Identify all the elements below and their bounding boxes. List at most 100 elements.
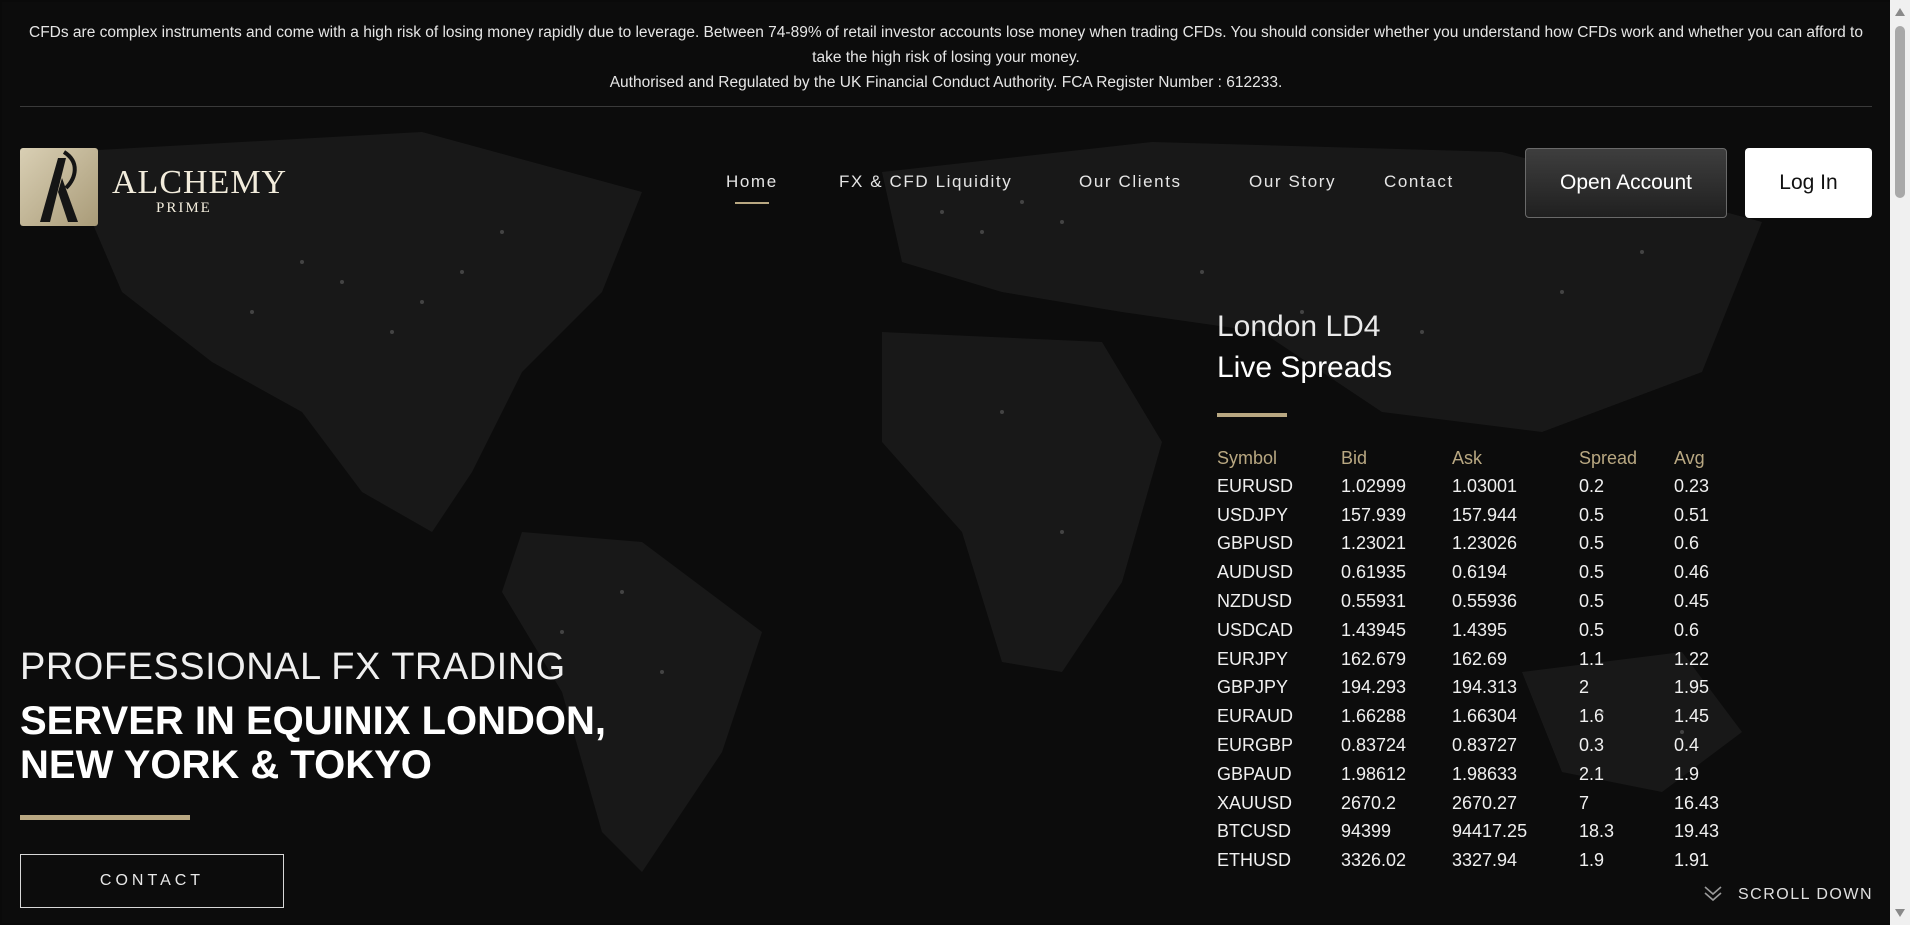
bid-cell: 1.98612 xyxy=(1341,763,1407,784)
spread-cell: 0.5 xyxy=(1579,533,1605,554)
symbol-cell: USDJPY xyxy=(1217,504,1289,525)
symbol-cell: NZDUSD xyxy=(1217,591,1292,612)
symbol-cell: EURJPY xyxy=(1217,648,1289,669)
bid-cell: 3326.02 xyxy=(1341,850,1407,871)
avg-cell: 0.45 xyxy=(1674,591,1710,612)
brand-sub: PRIME xyxy=(156,200,212,216)
column-header: Symbol xyxy=(1217,447,1278,468)
spread-cell: 1.1 xyxy=(1579,648,1605,669)
symbol-cell: BTCUSD xyxy=(1217,821,1292,842)
brand-wordmark: ALCHEMY PRIME xyxy=(112,164,288,217)
symbol-cell: GBPUSD xyxy=(1217,533,1294,554)
brand-name: ALCHEMY xyxy=(112,164,288,201)
bid-cell: 162.679 xyxy=(1341,648,1407,669)
table-header-row: Symbol Bid Ask Spread Avg xyxy=(1217,444,1734,472)
hero-title-line: NEW YORK & TOKYO xyxy=(20,743,432,787)
table-row: USDJPY 157.939 157.944 0.5 0.51 xyxy=(1217,501,1734,530)
spread-cell: 7 xyxy=(1579,792,1590,813)
table-row: XAUUSD 2670.2 2670.27 7 16.43 xyxy=(1217,789,1734,818)
spreads-location: London LD4 xyxy=(1217,310,1381,343)
table-row: ETHUSD 3326.02 3327.94 1.9 1.91 xyxy=(1217,846,1734,875)
table-row: GBPJPY 194.293 194.313 2 1.95 xyxy=(1217,674,1734,703)
bid-cell: 0.61935 xyxy=(1341,562,1407,583)
hero-title: SERVER IN EQUINIX LONDON, NEW YORK & TOK… xyxy=(20,699,620,787)
avg-cell: 0.6 xyxy=(1674,619,1700,640)
ask-cell: 3327.94 xyxy=(1452,850,1518,871)
logo-mark-icon xyxy=(20,148,98,226)
spread-cell: 1.9 xyxy=(1579,850,1605,871)
bid-cell: 194.293 xyxy=(1341,677,1407,698)
symbol-cell: GBPAUD xyxy=(1217,763,1292,784)
spread-cell: 0.5 xyxy=(1579,619,1605,640)
bid-cell: 0.83724 xyxy=(1341,735,1407,756)
spread-cell: 0.5 xyxy=(1579,504,1605,525)
spread-cell: 0.5 xyxy=(1579,591,1605,612)
table-row: EURAUD 1.66288 1.66304 1.6 1.45 xyxy=(1217,702,1734,731)
ask-cell: 162.69 xyxy=(1452,648,1508,669)
divider xyxy=(20,106,1872,107)
avg-cell: 0.23 xyxy=(1674,475,1710,496)
open-account-button[interactable]: Open Account xyxy=(1525,148,1727,218)
scroll-up-arrow-icon[interactable] xyxy=(1895,8,1905,16)
column-header: Avg xyxy=(1674,447,1705,468)
spread-cell: 0.5 xyxy=(1579,562,1605,583)
bid-cell: 94399 xyxy=(1341,821,1392,842)
column-header: Bid xyxy=(1341,447,1368,468)
scroll-down-arrow-icon[interactable] xyxy=(1895,909,1905,917)
live-spreads-table: Symbol Bid Ask Spread Avg EURUSD 1.02999 1… xyxy=(1217,444,1734,875)
hero-accent-rule xyxy=(20,815,190,820)
table-row: EURJPY 162.679 162.69 1.1 1.22 xyxy=(1217,645,1734,674)
avg-cell: 19.43 xyxy=(1674,821,1720,842)
table-row: BTCUSD 94399 94417.25 18.3 19.43 xyxy=(1217,818,1734,847)
spreads-title: Live Spreads xyxy=(1217,351,1393,384)
bid-cell: 0.55931 xyxy=(1341,591,1407,612)
risk-warning-text: CFDs are complex instruments and come wi… xyxy=(29,24,1863,66)
bid-cell: 1.02999 xyxy=(1341,475,1407,496)
scrollbar-thumb[interactable] xyxy=(1895,26,1905,198)
table-row: GBPUSD 1.23021 1.23026 0.5 0.6 xyxy=(1217,530,1734,559)
table-row: GBPAUD 1.98612 1.98633 2.1 1.9 xyxy=(1217,760,1734,789)
spread-cell: 0.3 xyxy=(1579,735,1605,756)
log-in-button[interactable]: Log In xyxy=(1745,148,1872,218)
bid-cell: 1.43945 xyxy=(1341,619,1407,640)
ask-cell: 0.6194 xyxy=(1452,562,1508,583)
page: CFDs are complex instruments and come wi… xyxy=(2,2,1890,923)
symbol-cell: XAUUSD xyxy=(1217,792,1293,813)
avg-cell: 0.51 xyxy=(1674,504,1710,525)
spread-cell: 0.2 xyxy=(1579,475,1605,496)
ask-cell: 94417.25 xyxy=(1452,821,1528,842)
nav-contact[interactable]: Contact xyxy=(1384,172,1454,192)
bid-cell: 1.66288 xyxy=(1341,706,1407,727)
nav-our-clients[interactable]: Our Clients xyxy=(1079,172,1182,192)
nav-our-story[interactable]: Our Story xyxy=(1249,172,1336,192)
spread-cell: 1.6 xyxy=(1579,706,1605,727)
fca-notice: Authorised and Regulated by the UK Finan… xyxy=(609,74,1283,91)
avg-cell: 0.6 xyxy=(1674,533,1700,554)
avg-cell: 1.45 xyxy=(1674,706,1710,727)
spreads-accent-rule xyxy=(1217,413,1287,417)
symbol-cell: USDCAD xyxy=(1217,619,1294,640)
ask-cell: 1.4395 xyxy=(1452,619,1508,640)
ask-cell: 1.03001 xyxy=(1452,475,1518,496)
chevron-double-down-icon xyxy=(1704,886,1722,902)
page-scrollbar[interactable] xyxy=(1890,0,1910,925)
symbol-cell: EURAUD xyxy=(1217,706,1294,727)
table-row: EURGBP 0.83724 0.83727 0.3 0.4 xyxy=(1217,731,1734,760)
symbol-cell: GBPJPY xyxy=(1217,677,1289,698)
table-row: USDCAD 1.43945 1.4395 0.5 0.6 xyxy=(1217,616,1734,645)
column-header: Spread xyxy=(1579,447,1638,468)
ask-cell: 0.83727 xyxy=(1452,735,1518,756)
nav-home[interactable]: Home xyxy=(726,172,778,204)
avg-cell: 0.46 xyxy=(1674,562,1710,583)
scroll-down-label: SCROLL DOWN xyxy=(1738,886,1874,903)
symbol-cell: AUDUSD xyxy=(1217,562,1294,583)
ask-cell: 1.98633 xyxy=(1452,763,1518,784)
risk-warning: CFDs are complex instruments and come wi… xyxy=(20,20,1872,95)
ask-cell: 2670.27 xyxy=(1452,792,1518,813)
table-row: AUDUSD 0.61935 0.6194 0.5 0.46 xyxy=(1217,558,1734,587)
ask-cell: 0.55936 xyxy=(1452,591,1518,612)
brand-logo[interactable]: ALCHEMY PRIME xyxy=(20,136,286,228)
bid-cell: 157.939 xyxy=(1341,504,1407,525)
contact-button[interactable]: CONTACT xyxy=(20,854,284,908)
nav-fx-cfd-liquidity[interactable]: FX & CFD Liquidity xyxy=(839,172,1012,192)
